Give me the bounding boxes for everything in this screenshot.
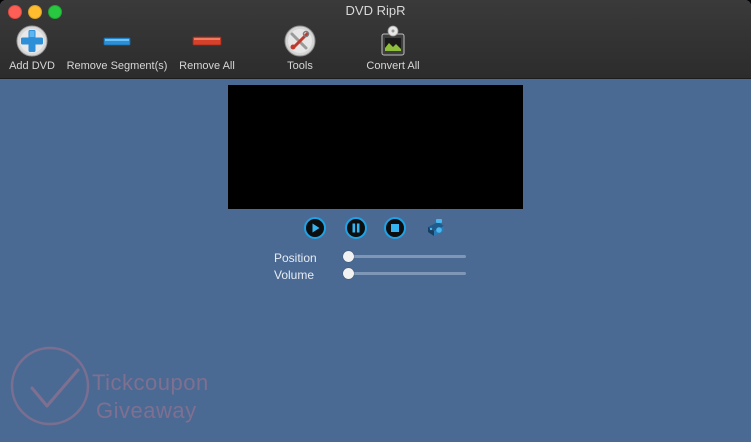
pause-button[interactable]: [345, 217, 367, 239]
volume-slider-track[interactable]: [346, 272, 466, 275]
stop-button[interactable]: [384, 217, 406, 239]
watermark-check-icon: [10, 346, 90, 426]
watermark-line-2: Giveaway: [96, 398, 197, 423]
add-dvd-button[interactable]: Add DVD: [4, 24, 60, 76]
volume-slider-knob[interactable]: [342, 268, 354, 279]
remove-all-label: Remove All: [179, 60, 235, 72]
play-icon: [304, 217, 326, 239]
convert-all-button[interactable]: Convert All: [360, 24, 426, 76]
tools-button[interactable]: Tools: [276, 24, 324, 76]
video-preview: [228, 85, 523, 209]
pause-icon: [345, 217, 367, 239]
tools-icon: [284, 25, 316, 57]
add-dvd-icon: [16, 25, 48, 57]
remove-all-button[interactable]: Remove All: [175, 24, 239, 76]
watermark-line-1: Tickcoupon: [92, 370, 209, 395]
tools-label: Tools: [287, 60, 313, 72]
position-label: Position: [274, 251, 317, 265]
window-title: DVD RipR: [345, 3, 406, 18]
remove-segments-label: Remove Segment(s): [66, 60, 168, 72]
camera-icon: [428, 219, 444, 236]
watermark: Tickcoupon Giveaway: [10, 344, 230, 434]
stop-icon: [384, 217, 406, 239]
play-button[interactable]: [304, 217, 326, 239]
convert-all-icon: [381, 25, 405, 56]
remove-all-icon: [192, 36, 222, 46]
title-toolbar: DVD RipR Add DVD Remove Segment(s) Remov…: [0, 0, 751, 79]
convert-all-label: Convert All: [366, 60, 420, 72]
position-slider-knob[interactable]: [342, 251, 354, 262]
app-window: DVD RipR Add DVD Remove Segment(s) Remov…: [0, 0, 751, 442]
position-slider-track[interactable]: [346, 255, 466, 258]
remove-segments-button[interactable]: Remove Segment(s): [62, 24, 172, 76]
volume-label: Volume: [274, 268, 315, 282]
remove-segment-icon: [103, 37, 131, 46]
snapshot-button[interactable]: [424, 217, 450, 239]
add-dvd-label: Add DVD: [9, 60, 55, 72]
